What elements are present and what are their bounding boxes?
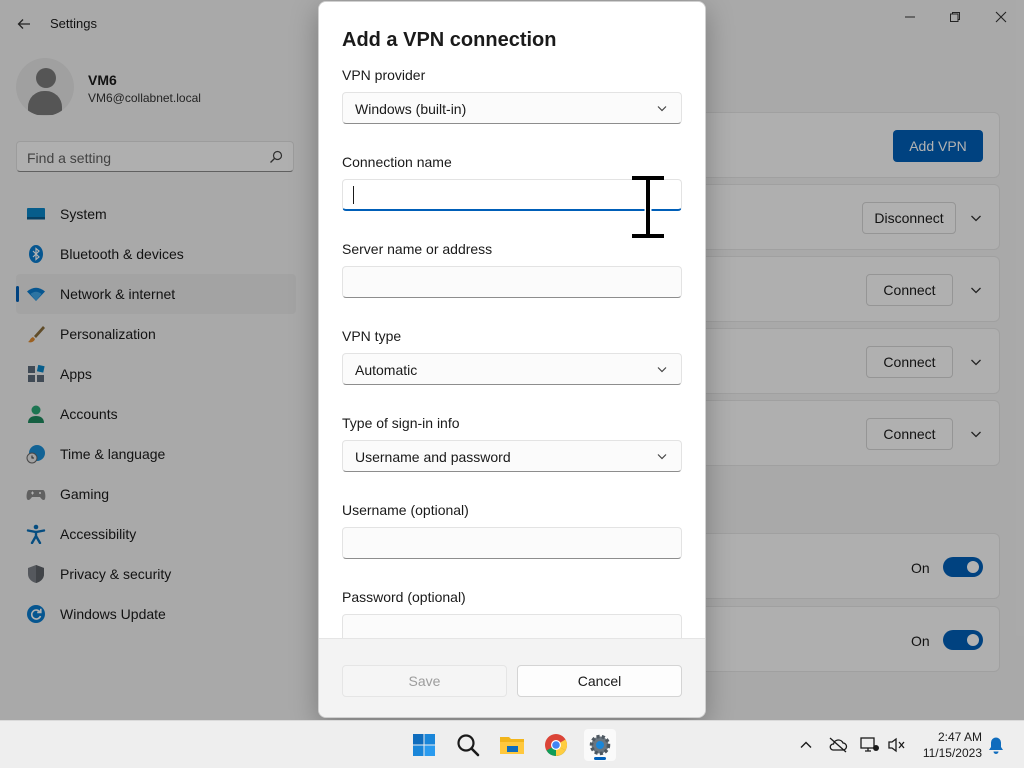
server-label: Server name or address	[342, 241, 493, 257]
signin-type-label: Type of sign-in info	[342, 415, 460, 431]
vpn-provider-label: VPN provider	[342, 67, 426, 83]
volume-tray-button[interactable]	[886, 735, 906, 755]
settings-taskbar-button[interactable]	[584, 729, 616, 761]
vpn-type-label: VPN type	[342, 328, 402, 344]
vpn-provider-value: Windows (built-in)	[355, 101, 467, 117]
chrome-button[interactable]	[540, 729, 572, 761]
add-vpn-dialog: Add a VPN connection VPN provider Window…	[318, 1, 706, 718]
connection-name-label: Connection name	[342, 154, 452, 170]
show-hidden-icons-button[interactable]	[796, 735, 816, 755]
clock-time: 2:47 AM	[937, 730, 982, 744]
network-tray-button[interactable]	[860, 735, 880, 755]
chrome-icon	[545, 734, 567, 756]
dialog-content: Add a VPN connection VPN provider Window…	[319, 2, 705, 646]
cloud-offline-icon	[829, 737, 848, 753]
server-address-input[interactable]	[342, 266, 682, 298]
chevron-down-icon	[657, 106, 667, 112]
dialog-title: Add a VPN connection	[342, 29, 557, 51]
start-button[interactable]	[408, 729, 440, 761]
active-app-indicator	[594, 757, 606, 760]
text-cursor-icon	[632, 176, 664, 238]
settings-icon	[589, 734, 611, 756]
notifications-button[interactable]	[986, 735, 1006, 755]
chevron-down-icon	[657, 454, 667, 460]
save-button[interactable]: Save	[342, 665, 507, 697]
chevron-up-icon	[800, 741, 812, 748]
signin-type-value: Username and password	[355, 449, 511, 465]
file-explorer-icon	[500, 737, 524, 754]
onedrive-button[interactable]	[828, 735, 848, 755]
file-explorer-button[interactable]	[496, 729, 528, 761]
dialog-footer: Save Cancel	[319, 638, 705, 717]
clock-date: 11/15/2023	[922, 746, 982, 760]
clock[interactable]: 2:47 AM 11/15/2023	[912, 729, 982, 761]
vpn-type-dropdown[interactable]: Automatic	[342, 353, 682, 385]
username-input[interactable]	[342, 527, 682, 559]
search-icon	[457, 734, 480, 757]
taskbar-search-button[interactable]	[452, 729, 484, 761]
username-label: Username (optional)	[342, 502, 469, 518]
chevron-down-icon	[657, 367, 667, 373]
start-icon	[413, 734, 435, 756]
text-caret	[353, 186, 354, 204]
bell-icon	[989, 737, 1003, 754]
signin-type-dropdown[interactable]: Username and password	[342, 440, 682, 472]
vpn-type-value: Automatic	[355, 362, 418, 378]
password-label: Password (optional)	[342, 589, 466, 605]
volume-muted-icon	[888, 737, 905, 753]
vpn-provider-dropdown[interactable]: Windows (built-in)	[342, 92, 682, 124]
taskbar: 2:47 AM 11/15/2023	[0, 720, 1024, 768]
network-icon	[860, 737, 879, 752]
cancel-button[interactable]: Cancel	[517, 665, 682, 697]
